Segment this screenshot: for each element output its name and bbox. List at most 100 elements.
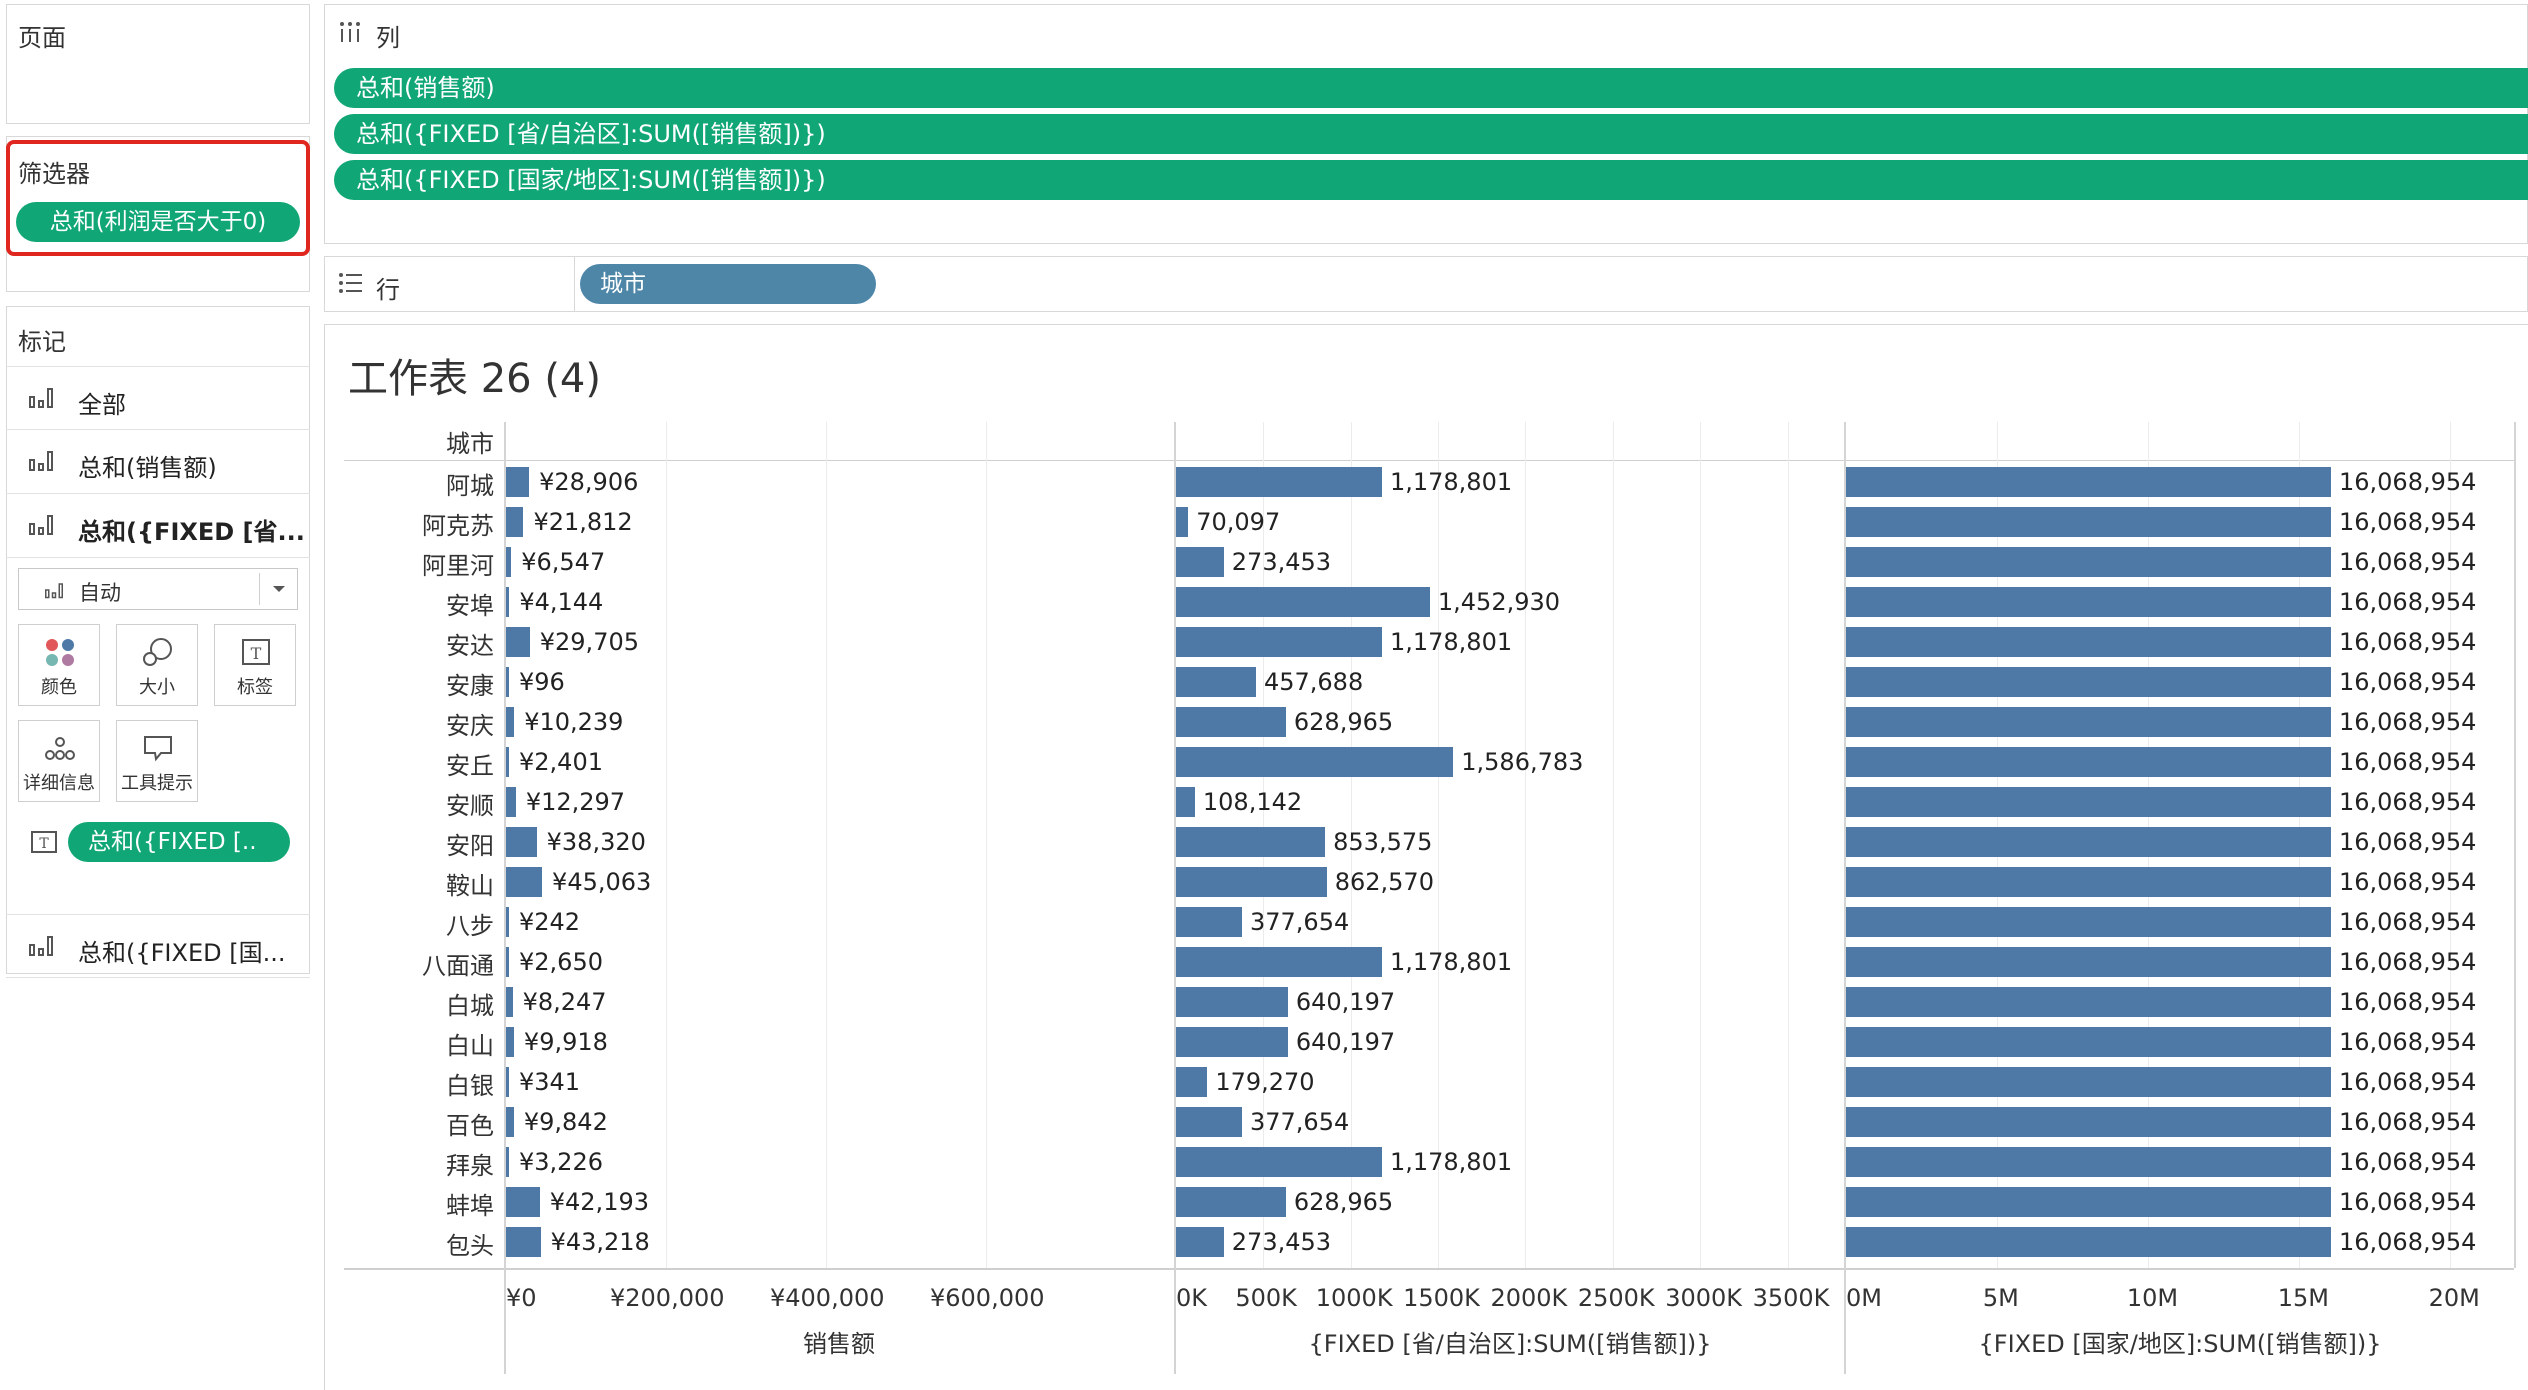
text-label-icon: T (31, 831, 57, 853)
mark-type-value: 自动 (79, 581, 121, 605)
card-label: 颜色 (41, 677, 77, 698)
axis-tick-label: 2500K (1577, 1284, 1655, 1312)
bar-value-label: ¥2,650 (519, 948, 603, 976)
bar-value-label: 628,965 (1293, 1188, 1394, 1216)
header-rule (344, 460, 2514, 461)
bar-mark (1176, 987, 1288, 1017)
card-label: 工具提示 (121, 773, 193, 794)
bar-mark (1176, 827, 1326, 857)
axis-tick-label: 500K (1235, 1284, 1297, 1312)
bar-value-label: 16,068,954 (2338, 708, 2477, 736)
axis-title-fixed-country: {FIXED [国家/地区]:SUM([销售额])} (1978, 1330, 2382, 1358)
bar-value-label: ¥96 (519, 668, 565, 696)
gridline (826, 422, 827, 1268)
bar-mark (506, 467, 530, 497)
bar-value-label: 377,654 (1249, 908, 1350, 936)
bar-chart-icon (29, 515, 53, 535)
filter-pill-profit[interactable]: 总和(利润是否大于0) (16, 202, 300, 242)
gridline (666, 422, 667, 1268)
bar-value-label: 1,178,801 (1389, 948, 1513, 976)
bar-value-label: 16,068,954 (2338, 748, 2477, 776)
mark-row-fixed-province[interactable]: 总和({FIXED [省... (6, 494, 310, 558)
color-card[interactable]: 颜色 (18, 624, 100, 706)
bar-mark (1846, 787, 2331, 817)
bar-mark (1176, 1147, 1382, 1177)
bar-mark (1846, 1027, 2331, 1057)
bar-mark (506, 1187, 540, 1217)
bar-mark (1176, 747, 1454, 777)
bar-value-label: 16,068,954 (2338, 988, 2477, 1016)
bar-mark (1846, 467, 2331, 497)
bar-value-label: 16,068,954 (2338, 788, 2477, 816)
bar-value-label: 640,197 (1295, 1028, 1396, 1056)
city-label: 安康 (446, 672, 494, 700)
city-label: 阿克苏 (422, 512, 494, 540)
axis-tick-label: 1500K (1403, 1284, 1480, 1312)
city-label: 鞍山 (446, 872, 494, 900)
bar-value-label: 16,068,954 (2338, 508, 2477, 536)
bar-mark (1846, 867, 2331, 897)
axis-tick-label: ¥400,000 (770, 1284, 885, 1312)
bar-value-label: 16,068,954 (2338, 828, 2477, 856)
bar-mark (506, 947, 509, 977)
marks-title: 标记 (18, 328, 66, 356)
bar-value-label: 457,688 (1263, 668, 1364, 696)
city-label: 安庆 (446, 712, 494, 740)
bar-mark (506, 587, 510, 617)
label-card[interactable]: T 标签 (214, 624, 296, 706)
bar-value-label: 377,654 (1249, 1108, 1350, 1136)
label-field-pill[interactable]: 总和({FIXED [.. (68, 822, 290, 862)
column-pill-fixed-country[interactable]: 总和({FIXED [国家/地区]:SUM([销售额])}) (334, 160, 2528, 200)
card-label: 详细信息 (23, 773, 95, 794)
mark-row-sales[interactable]: 总和(销售额) (6, 430, 310, 494)
bar-value-label: ¥242 (519, 908, 581, 936)
bar-value-label: 1,452,930 (1437, 588, 1561, 616)
mark-row-label: 总和({FIXED [省... (78, 518, 305, 546)
bar-mark (1176, 947, 1382, 977)
axis-tick-label: ¥0 (506, 1284, 537, 1312)
svg-text:T: T (39, 836, 49, 852)
mark-row-label: 总和(销售额) (78, 454, 217, 482)
dropdown-divider (259, 573, 260, 605)
city-label: 百色 (446, 1112, 494, 1140)
mark-row-fixed-country[interactable]: 总和({FIXED [国... (6, 914, 310, 978)
city-label: 八步 (446, 912, 494, 940)
bar-value-label: 16,068,954 (2338, 468, 2477, 496)
mark-type-dropdown[interactable]: 自动 (18, 568, 298, 610)
detail-card[interactable]: 详细信息 (18, 720, 100, 802)
column-pill-fixed-province[interactable]: 总和({FIXED [省/自治区]:SUM([销售额])}) (334, 114, 2528, 154)
bar-value-label: 16,068,954 (2338, 1068, 2477, 1096)
bar-mark (1846, 1107, 2331, 1137)
bar-value-label: 179,270 (1215, 1068, 1315, 1096)
bar-value-label: ¥8,247 (522, 988, 607, 1016)
detail-icon (45, 737, 75, 760)
gridline (1438, 422, 1440, 1268)
axis-tick-label: 1000K (1315, 1284, 1393, 1312)
bar-mark (1846, 1067, 2331, 1097)
size-card[interactable]: 大小 (116, 624, 198, 706)
axis-tick-label: 0K (1176, 1284, 1208, 1312)
tooltip-icon (144, 736, 172, 762)
bar-mark (1846, 987, 2331, 1017)
city-label: 安顺 (446, 792, 494, 820)
bar-mark (1176, 667, 1256, 697)
bar-value-label: 16,068,954 (2338, 1028, 2477, 1056)
mark-row-all[interactable]: 全部 (6, 366, 310, 430)
bar-mark (506, 507, 524, 537)
column-pill-sales[interactable]: 总和(销售额) (334, 68, 2528, 108)
bar-value-label: 1,178,801 (1389, 1148, 1513, 1176)
bar-value-label: 16,068,954 (2338, 588, 2477, 616)
axis-rule (344, 1268, 2514, 1270)
gridline (1525, 422, 1527, 1268)
axis-tick-label: 3000K (1665, 1284, 1743, 1312)
bar-mark (506, 1027, 514, 1057)
bar-value-label: 70,097 (1196, 508, 1281, 536)
bar-mark (506, 707, 515, 737)
tooltip-card[interactable]: 工具提示 (116, 720, 198, 802)
bar-mark (506, 787, 516, 817)
city-label: 蚌埠 (446, 1192, 494, 1220)
row-pill-city[interactable]: 城市 (580, 264, 876, 304)
bar-mark (506, 1227, 541, 1257)
bar-mark (506, 1067, 509, 1097)
bar-mark (1846, 827, 2331, 857)
